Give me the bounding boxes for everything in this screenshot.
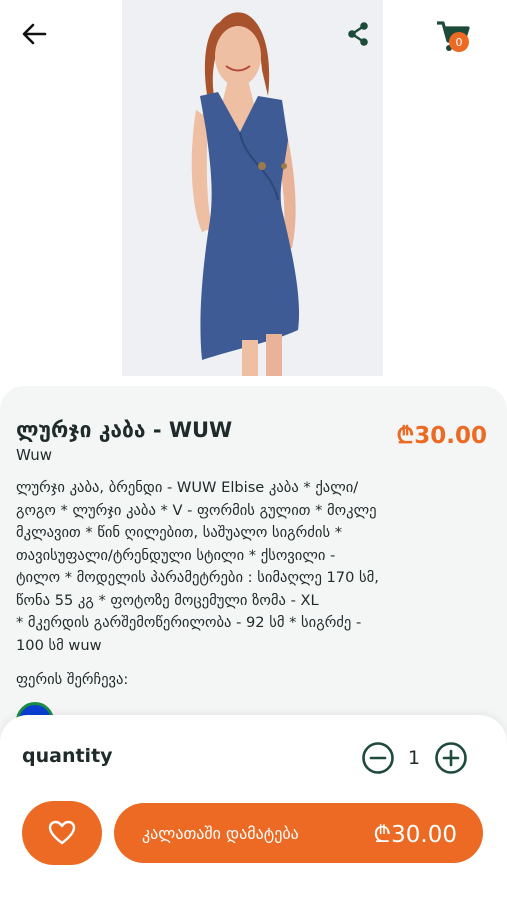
- favorite-button[interactable]: [22, 801, 102, 865]
- quantity-increase-button[interactable]: [433, 740, 469, 776]
- quantity-label: quantity: [22, 745, 113, 767]
- product-price: ₾30.00: [396, 423, 487, 449]
- quantity-decrease-button[interactable]: [360, 740, 396, 776]
- back-button[interactable]: [14, 16, 54, 52]
- cart-count-badge: 0: [449, 32, 469, 52]
- minus-circle-icon: [362, 742, 394, 774]
- product-brand: Wuw: [16, 446, 53, 464]
- arrow-left-icon: [22, 23, 47, 45]
- share-icon: [348, 22, 368, 46]
- top-bar: 0: [0, 0, 507, 80]
- color-selection-label: ფერის შერჩევა:: [16, 671, 129, 688]
- plus-circle-icon: [435, 742, 467, 774]
- add-to-cart-price: ₾30.00: [373, 822, 457, 848]
- product-title: ლურჯი კაბა - WUW: [16, 418, 233, 442]
- heart-icon: [48, 820, 76, 845]
- add-to-cart-button[interactable]: კალათაში დამატება ₾30.00: [114, 803, 483, 863]
- product-description: ლურჯი კაბა, ბრენდი - WUW Elbise კაბა * ქ…: [16, 479, 379, 654]
- add-to-cart-label: კალათაში დამატება: [142, 823, 299, 843]
- quantity-value: 1: [407, 747, 421, 769]
- share-button[interactable]: [338, 14, 378, 54]
